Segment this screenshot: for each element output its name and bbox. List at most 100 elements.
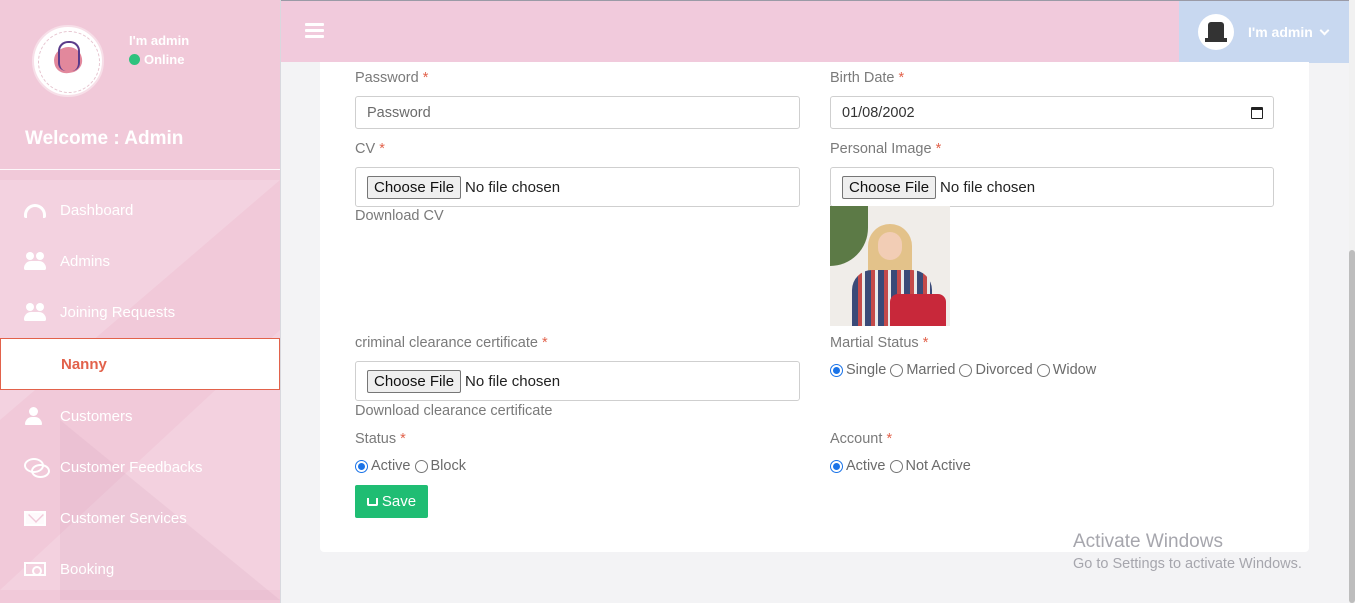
personal-image-label: Personal Image *	[830, 141, 941, 157]
save-button[interactable]: Save	[355, 485, 428, 518]
marital-status-label: Martial Status *	[830, 335, 928, 351]
criminal-file-status: No file chosen	[465, 372, 561, 390]
radio-account-not-active[interactable]	[889, 459, 903, 473]
personal-image-file-input[interactable]: Choose File No file chosen	[830, 167, 1274, 207]
birth-date-field[interactable]: 01/08/2002	[830, 96, 1274, 129]
personal-image-file-status: No file chosen	[940, 178, 1036, 196]
password-label-text: Password	[355, 70, 419, 86]
required-marker: *	[400, 431, 406, 447]
top-header: I'm admin	[281, 0, 1355, 63]
sidebar-item-booking[interactable]: Booking	[0, 546, 280, 592]
account-option-label: Not Active	[905, 458, 971, 474]
cv-label-text: CV	[355, 141, 376, 157]
status-label: Status *	[355, 431, 406, 447]
sidebar-item-customers[interactable]: Customers	[0, 393, 280, 439]
marital-option-married[interactable]: Married	[890, 362, 955, 378]
online-status-label: Online	[144, 52, 185, 67]
nanny-logo	[32, 25, 104, 97]
personal-image-choose-file-button[interactable]: Choose File	[842, 175, 937, 199]
cv-choose-file-button[interactable]: Choose File	[367, 175, 462, 199]
sidebar-item-label: Dashboard	[60, 201, 134, 219]
sidebar-item-admins[interactable]: Admins	[0, 238, 280, 284]
header-user-name: I'm admin	[1248, 24, 1313, 40]
nanny-form-card: Password * Password Birth Date * 01/08/2…	[320, 62, 1309, 552]
envelope-icon	[24, 510, 46, 526]
marital-option-single[interactable]: Single	[830, 362, 886, 378]
sidebar-item-label: Customer Services	[60, 509, 187, 527]
inbox-icon	[366, 497, 378, 506]
radio-divorced[interactable]	[959, 363, 973, 377]
hamburger-icon[interactable]	[305, 23, 324, 39]
criminal-clearance-file-input[interactable]: Choose File No file chosen	[355, 361, 800, 401]
marital-option-label: Single	[846, 362, 887, 378]
personal-image-label-text: Personal Image	[830, 141, 932, 157]
sidebar-item-dashboard[interactable]: Dashboard	[0, 187, 280, 233]
welcome-text: Welcome : Admin	[25, 128, 184, 149]
scrollbar-thumb[interactable]	[1349, 250, 1355, 603]
criminal-choose-file-button[interactable]: Choose File	[367, 369, 462, 393]
required-marker: *	[379, 141, 385, 157]
account-label-text: Account	[830, 431, 883, 447]
radio-widow[interactable]	[1036, 363, 1050, 377]
sidebar-item-label: Joining Requests	[60, 303, 176, 321]
required-marker: *	[541, 335, 548, 351]
sidebar-item-label: Customers	[60, 407, 133, 425]
personal-image-preview	[830, 206, 950, 326]
chevron-down-icon	[1319, 25, 1330, 35]
required-marker: *	[922, 335, 929, 351]
download-clearance-link[interactable]: Download clearance certificate	[355, 403, 552, 419]
radio-single[interactable]	[830, 363, 843, 377]
sidebar-item-label: Admins	[60, 252, 111, 270]
marital-option-label: Married	[906, 362, 956, 378]
account-radio-group: Active Not Active	[830, 458, 971, 474]
save-button-label: Save	[381, 493, 417, 510]
sidebar-item-customer-services[interactable]: Customer Services	[0, 495, 280, 541]
radio-status-active[interactable]	[355, 459, 368, 473]
marital-option-label: Widow	[1052, 362, 1097, 378]
download-cv-link[interactable]: Download CV	[355, 208, 444, 224]
online-dot-icon	[129, 54, 140, 65]
sidebar: I'm admin Online Welcome : Admin Dashboa…	[0, 0, 281, 603]
cv-file-status: No file chosen	[465, 178, 561, 196]
marital-option-label: Divorced	[975, 362, 1033, 378]
birth-date-label: Birth Date *	[830, 70, 904, 86]
marital-status-radio-group: Single Married Divorced Widow	[830, 362, 1096, 378]
status-option-label: Block	[430, 458, 466, 474]
status-radio-group: Active Block	[355, 458, 466, 474]
marital-option-divorced[interactable]: Divorced	[959, 362, 1033, 378]
sidebar-item-nanny[interactable]: Nanny	[0, 338, 280, 390]
account-label: Account *	[830, 431, 892, 447]
status-option-active[interactable]: Active	[355, 458, 411, 474]
required-marker: *	[898, 70, 905, 86]
account-option-not-active[interactable]: Not Active	[889, 458, 971, 474]
activate-windows-title: Activate Windows	[1073, 531, 1223, 552]
password-label: Password *	[355, 70, 428, 86]
calendar-icon[interactable]	[1251, 106, 1263, 119]
sidebar-item-label: Booking	[60, 560, 115, 578]
online-status: Online	[129, 52, 184, 67]
money-icon	[24, 562, 46, 576]
radio-status-block[interactable]	[414, 459, 428, 473]
sidebar-divider	[0, 169, 280, 170]
radio-married[interactable]	[890, 363, 904, 377]
cv-file-input[interactable]: Choose File No file chosen	[355, 167, 800, 207]
required-marker: *	[422, 70, 429, 86]
user-menu-dropdown[interactable]: I'm admin	[1179, 1, 1349, 63]
users-icon	[24, 252, 46, 270]
admin-avatar	[1198, 14, 1234, 50]
user-icon	[24, 407, 46, 425]
marital-option-widow[interactable]: Widow	[1036, 362, 1097, 378]
account-option-active[interactable]: Active	[830, 458, 886, 474]
page-scrollbar[interactable]	[1349, 0, 1355, 603]
hand-icon	[58, 41, 80, 71]
cv-label: CV *	[355, 141, 385, 157]
account-option-label: Active	[846, 458, 886, 474]
status-option-label: Active	[371, 458, 411, 474]
radio-account-active[interactable]	[830, 459, 843, 473]
birth-date-value: 01/08/2002	[842, 104, 915, 121]
sidebar-item-customer-feedbacks[interactable]: Customer Feedbacks	[0, 444, 280, 490]
status-option-block[interactable]: Block	[414, 458, 466, 474]
sidebar-item-joining-requests[interactable]: Joining Requests	[0, 289, 280, 335]
password-field[interactable]: Password	[355, 96, 800, 129]
users-icon	[24, 303, 46, 321]
